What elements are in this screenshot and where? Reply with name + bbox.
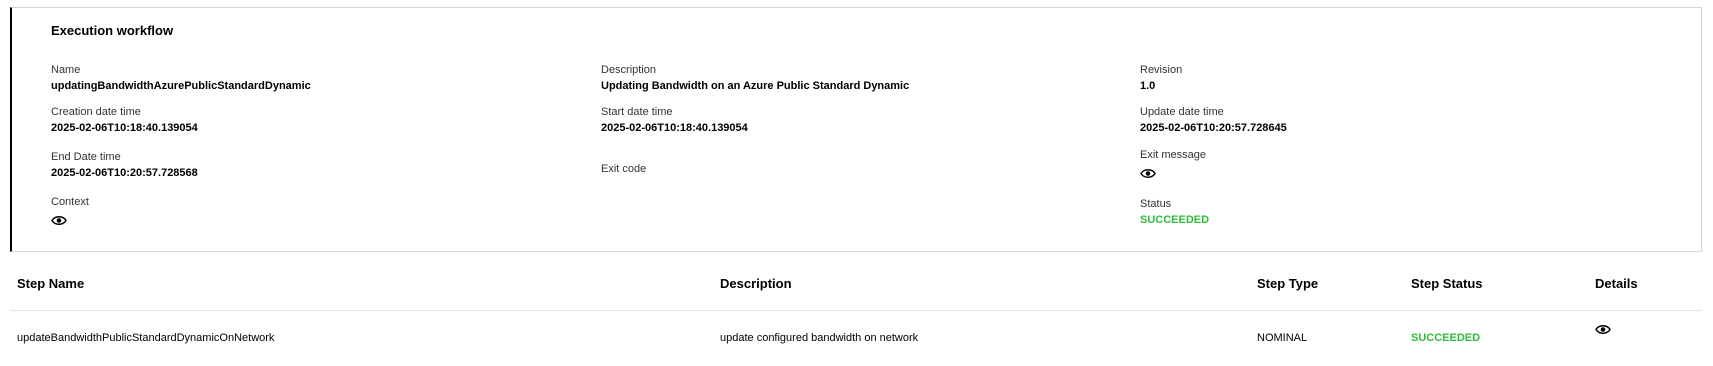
start-field: Start date time 2025-02-06T10:18:40.1390… [601, 105, 748, 135]
status-label: Status [1140, 198, 1172, 210]
status-badge: SUCCEEDED [1140, 214, 1210, 226]
end-field: End Date time 2025-02-06T10:20:57.728568 [51, 150, 198, 180]
exit-code-label: Exit code [601, 163, 647, 175]
eye-icon[interactable] [1595, 322, 1611, 340]
update-label: Update date time [1140, 106, 1224, 118]
creation-label: Creation date time [51, 106, 141, 118]
name-value: updatingBandwidthAzurePublicStandardDyna… [51, 80, 311, 92]
update-value: 2025-02-06T10:20:57.728645 [1140, 122, 1287, 134]
start-label: Start date time [601, 106, 673, 118]
step-type-cell: NOMINAL [1257, 332, 1308, 344]
context-field: Context [51, 195, 89, 231]
name-field: Name updatingBandwidthAzurePublicStandar… [51, 63, 311, 93]
creation-field: Creation date time 2025-02-06T10:18:40.1… [51, 105, 198, 135]
update-field: Update date time 2025-02-06T10:20:57.728… [1140, 105, 1287, 135]
name-label: Name [51, 64, 81, 76]
table-divider [10, 310, 1702, 311]
eye-icon[interactable] [51, 213, 67, 231]
column-header-details: Details [1595, 276, 1638, 291]
end-label: End Date time [51, 151, 121, 163]
panel-title: Execution workflow [51, 23, 174, 38]
end-value: 2025-02-06T10:20:57.728568 [51, 167, 198, 179]
column-header-step-status: Step Status [1411, 276, 1483, 291]
context-label: Context [51, 196, 89, 208]
step-status-cell: SUCCEEDED [1411, 332, 1481, 344]
revision-field: Revision 1.0 [1140, 63, 1182, 93]
column-header-description: Description [720, 276, 792, 291]
exit-code-field: Exit code [601, 162, 646, 176]
step-description-cell: update configured bandwidth on network [720, 332, 919, 344]
exit-message-label: Exit message [1140, 149, 1207, 161]
status-field: Status SUCCEEDED [1140, 197, 1209, 227]
column-header-step-name: Step Name [17, 276, 85, 291]
execution-workflow-panel: Execution workflow Name updatingBandwidt… [10, 7, 1702, 252]
eye-icon[interactable] [1140, 166, 1156, 184]
description-value: Updating Bandwidth on an Azure Public St… [601, 80, 910, 92]
revision-label: Revision [1140, 64, 1183, 76]
step-name-cell: updateBandwidthPublicStandardDynamicOnNe… [17, 332, 275, 344]
start-value: 2025-02-06T10:18:40.139054 [601, 122, 748, 134]
description-field: Description Updating Bandwidth on an Azu… [601, 63, 909, 93]
revision-value: 1.0 [1140, 80, 1156, 92]
exit-message-field: Exit message [1140, 148, 1206, 184]
column-header-step-type: Step Type [1257, 276, 1319, 291]
description-label: Description [601, 64, 657, 76]
creation-value: 2025-02-06T10:18:40.139054 [51, 122, 198, 134]
